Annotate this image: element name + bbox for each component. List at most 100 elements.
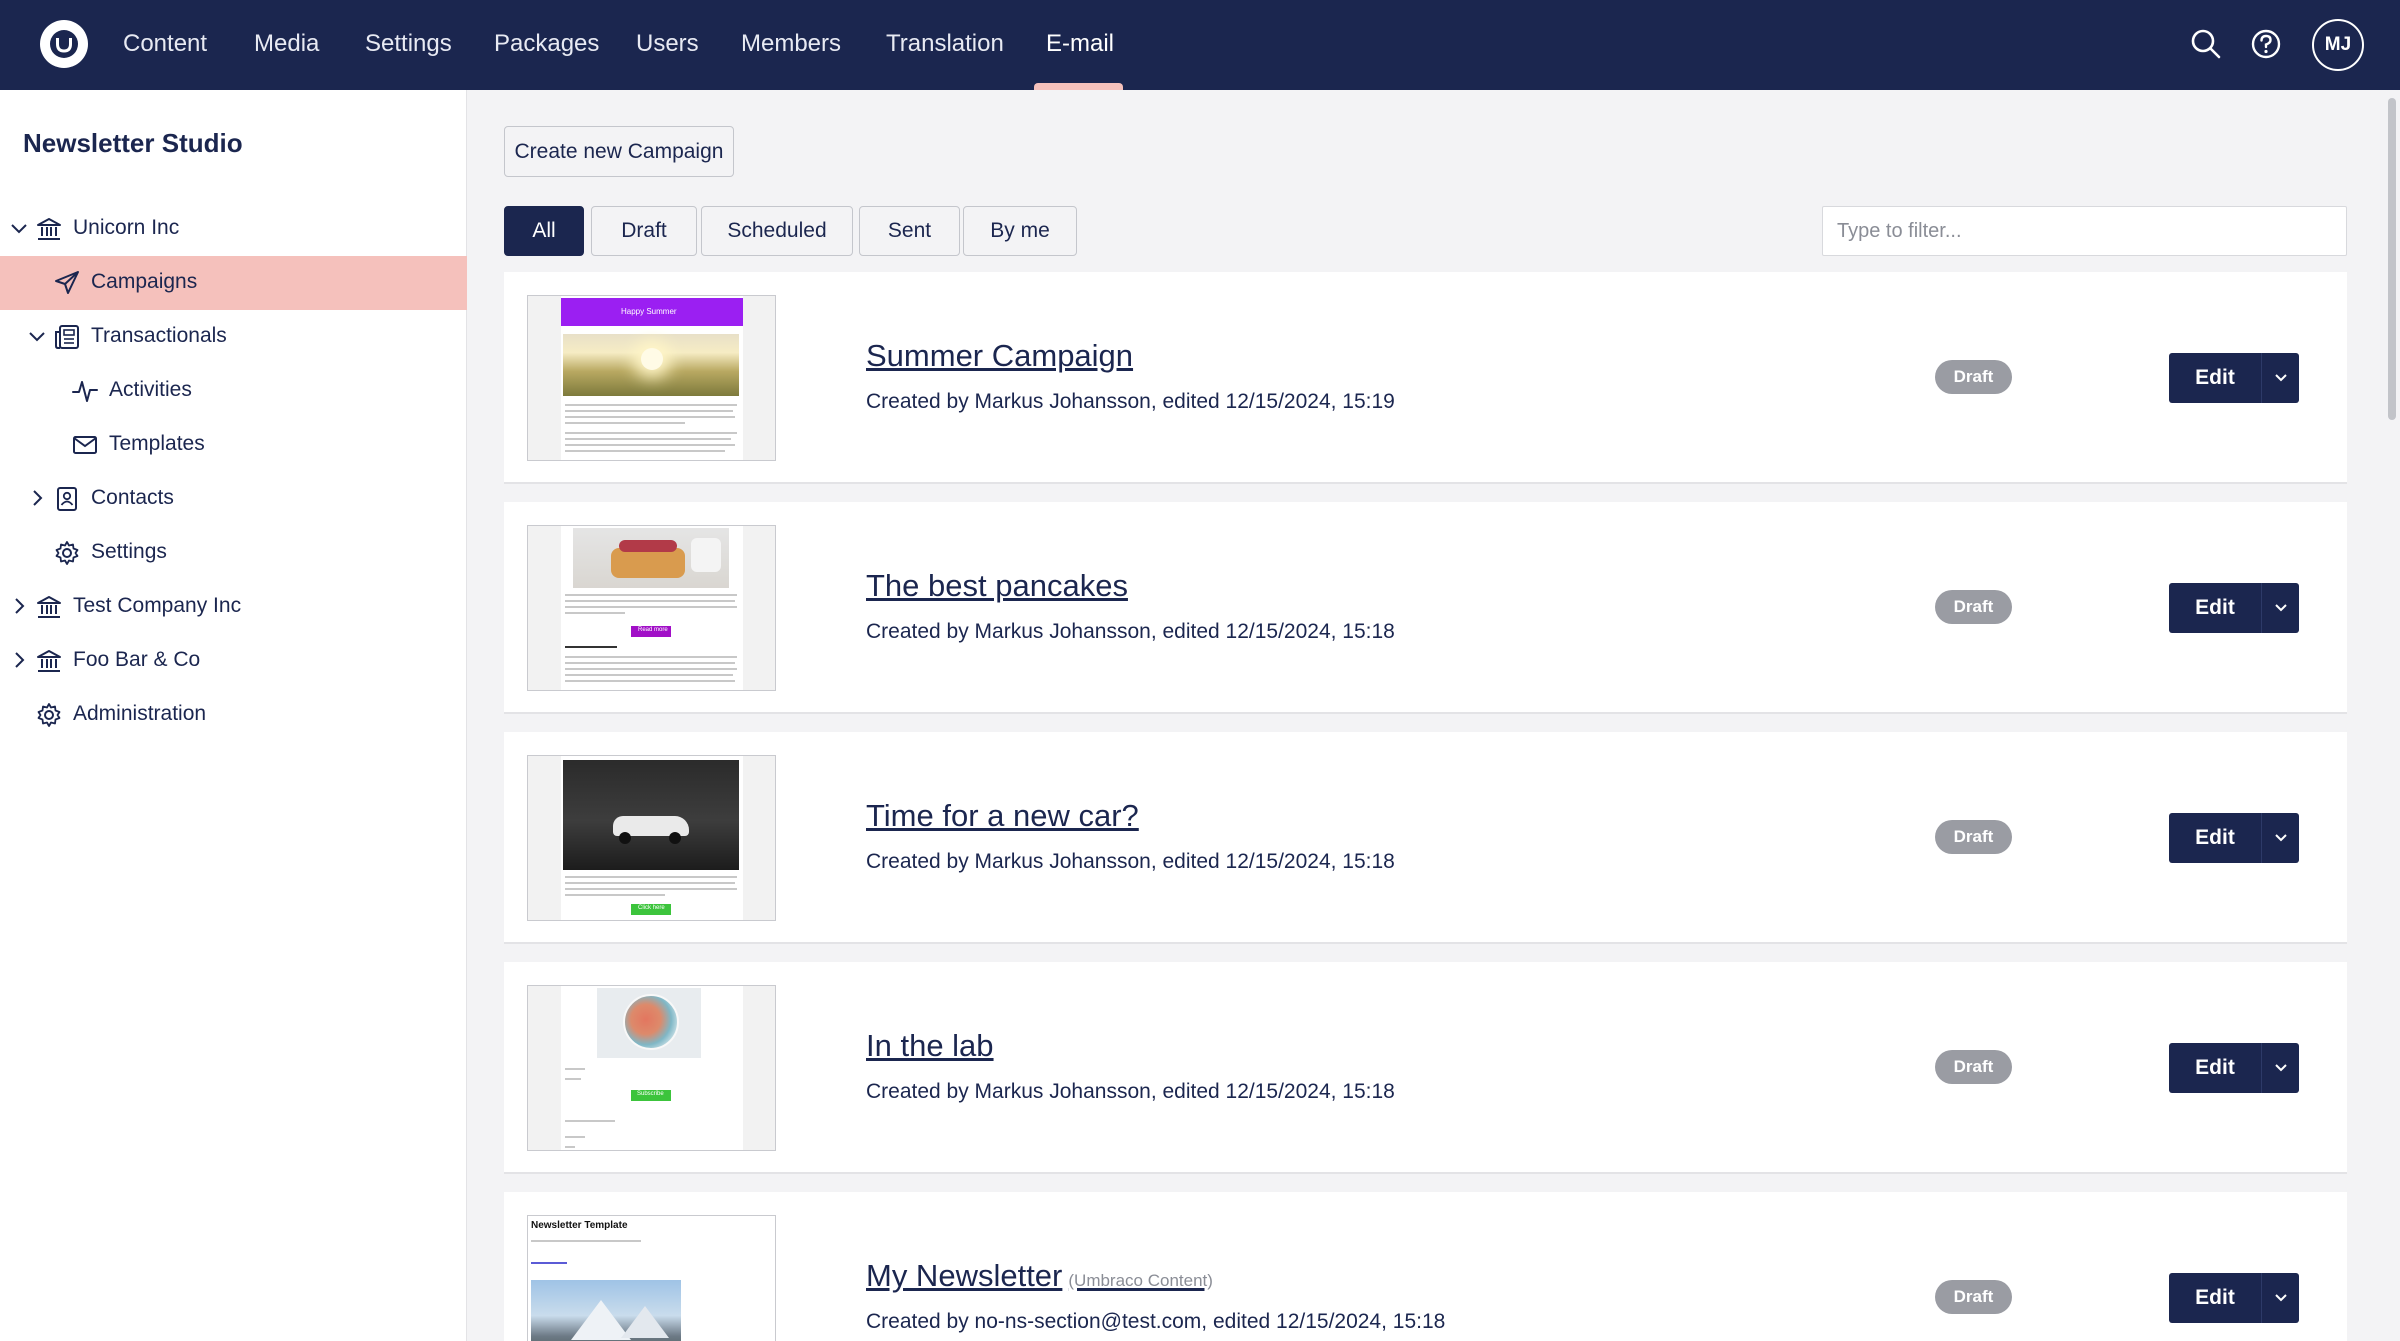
thumbnail-cta-text: Click here [638, 905, 665, 911]
thumbnail-header-text: Happy Summer [621, 307, 677, 316]
campaign-title-link[interactable]: My Newsletter (Umbraco Content) [866, 1258, 1213, 1294]
filter-draft-button[interactable]: Draft [591, 206, 697, 256]
chevron-down-icon[interactable] [2261, 1273, 2299, 1323]
campaign-card: Newsletter Template My Newsletter (Umbrac… [504, 1192, 2347, 1341]
campaign-title-link[interactable]: Summer Campaign [866, 338, 1133, 374]
nav-content[interactable]: Content [123, 0, 207, 90]
filter-scheduled-button[interactable]: Scheduled [701, 206, 853, 256]
contact-book-icon [53, 485, 81, 513]
edit-button[interactable]: Edit [2169, 1043, 2261, 1093]
tree-item-campaigns[interactable]: Campaigns [0, 256, 467, 310]
status-badge: Draft [1935, 360, 2012, 394]
campaign-title-link[interactable]: In the lab [866, 1028, 994, 1064]
user-avatar[interactable]: MJ [2312, 19, 2364, 71]
filter-by-me-button[interactable]: By me [963, 206, 1077, 256]
tree-item-contacts[interactable]: Contacts [0, 472, 467, 526]
tree-item-administration[interactable]: Administration [0, 688, 467, 742]
tree-item-label: Settings [91, 540, 167, 563]
chevron-down-icon[interactable] [26, 325, 48, 347]
main-content: Create new Campaign All Draft Scheduled … [468, 90, 2400, 1341]
campaign-thumbnail[interactable]: Read more [527, 525, 776, 691]
scrollbar-thumb[interactable] [2388, 98, 2396, 420]
campaign-thumbnail[interactable]: Newsletter Template [527, 1215, 776, 1341]
filter-input[interactable] [1822, 206, 2347, 256]
search-icon[interactable] [2189, 27, 2223, 61]
main-scrollbar[interactable] [2386, 92, 2398, 1341]
campaign-meta: Created by Markus Johansson, edited 12/1… [866, 850, 1395, 873]
thumbnail-cta: Subscribe [631, 1090, 671, 1101]
thumbnail-photo-field [563, 334, 739, 396]
chevron-down-icon[interactable] [2261, 583, 2299, 633]
chevron-down-icon[interactable] [2261, 353, 2299, 403]
tree-item-transactionals[interactable]: Transactionals [0, 310, 467, 364]
campaign-thumbnail[interactable]: Subscribe [527, 985, 776, 1151]
active-nav-indicator [1034, 83, 1123, 90]
edit-button-group: Edit [2169, 813, 2299, 863]
top-navigation-bar: Content Media Settings Packages Users Me… [0, 0, 2400, 90]
sidebar-title: Newsletter Studio [23, 128, 243, 158]
campaign-card: Happy Summer Summer Campaign Created by … [504, 272, 2347, 484]
chevron-down-icon[interactable] [2261, 1043, 2299, 1093]
filter-all-button[interactable]: All [504, 206, 584, 256]
campaign-title-link[interactable]: The best pancakes [866, 568, 1128, 604]
tree-item-label: Templates [109, 432, 205, 455]
campaign-meta: Created by Markus Johansson, edited 12/1… [866, 1080, 1395, 1103]
envelope-icon [71, 431, 99, 459]
tree-item-label: Foo Bar & Co [73, 648, 201, 671]
campaign-meta: Created by Markus Johansson, edited 12/1… [866, 390, 1395, 413]
create-campaign-button[interactable]: Create new Campaign [504, 126, 734, 177]
edit-button-group: Edit [2169, 353, 2299, 403]
tree-item-label: Administration [73, 702, 207, 725]
tree-item-templates[interactable]: Templates [0, 418, 467, 472]
thumbnail-header-banner: Happy Summer [561, 298, 743, 326]
nav-settings[interactable]: Settings [365, 0, 452, 90]
building-icon [35, 593, 63, 621]
tree-item-label: Campaigns [91, 270, 198, 293]
chevron-down-icon[interactable] [8, 217, 30, 239]
chevron-right-icon[interactable] [8, 595, 30, 617]
nav-translation[interactable]: Translation [886, 0, 1004, 90]
campaign-title-link[interactable]: Time for a new car? [866, 798, 1139, 834]
tree-item-activities[interactable]: Activities [0, 364, 467, 418]
edit-button[interactable]: Edit [2169, 583, 2261, 633]
activity-icon [71, 377, 99, 405]
tree-item-settings[interactable]: Settings [0, 526, 467, 580]
edit-button-group: Edit [2169, 1043, 2299, 1093]
building-icon [35, 215, 63, 243]
campaign-meta: Created by no-ns-section@test.com, edite… [866, 1310, 1446, 1333]
tree-item-foo-bar-co[interactable]: Foo Bar & Co [0, 634, 467, 688]
nav-users[interactable]: Users [636, 0, 699, 90]
nav-media[interactable]: Media [254, 0, 319, 90]
thumbnail-cta-text: Read more [638, 627, 668, 633]
umbraco-logo-icon[interactable] [40, 20, 88, 68]
nav-packages[interactable]: Packages [494, 0, 599, 90]
help-icon[interactable] [2249, 27, 2283, 61]
nav-members[interactable]: Members [741, 0, 841, 90]
edit-button[interactable]: Edit [2169, 813, 2261, 863]
filter-sent-button[interactable]: Sent [859, 206, 960, 256]
tree-item-label: Test Company Inc [73, 594, 242, 617]
nav-email[interactable]: E-mail [1046, 0, 1114, 90]
thumbnail-photo-mountains [531, 1280, 681, 1341]
campaign-card: Click here Time for a new car? Created b… [504, 732, 2347, 944]
chevron-down-icon[interactable] [2261, 813, 2299, 863]
status-badge: Draft [1935, 1280, 2012, 1314]
edit-button[interactable]: Edit [2169, 1273, 2261, 1323]
thumbnail-photo-lab [597, 988, 701, 1058]
campaign-source-label: (Umbraco Content) [1068, 1271, 1213, 1290]
edit-button[interactable]: Edit [2169, 353, 2261, 403]
gear-icon [53, 539, 81, 567]
campaign-thumbnail[interactable]: Happy Summer [527, 295, 776, 461]
status-badge: Draft [1935, 590, 2012, 624]
status-badge: Draft [1935, 1050, 2012, 1084]
chevron-right-icon[interactable] [8, 649, 30, 671]
status-badge: Draft [1935, 820, 2012, 854]
campaign-title-text[interactable]: My Newsletter [866, 1258, 1062, 1293]
chevron-right-icon[interactable] [26, 487, 48, 509]
edit-button-group: Edit [2169, 583, 2299, 633]
edit-button-group: Edit [2169, 1273, 2299, 1323]
campaign-thumbnail[interactable]: Click here [527, 755, 776, 921]
tree-item-unicorn-inc[interactable]: Unicorn Inc [0, 202, 467, 256]
tree-item-label: Unicorn Inc [73, 216, 180, 239]
tree-item-test-company-inc[interactable]: Test Company Inc [0, 580, 467, 634]
